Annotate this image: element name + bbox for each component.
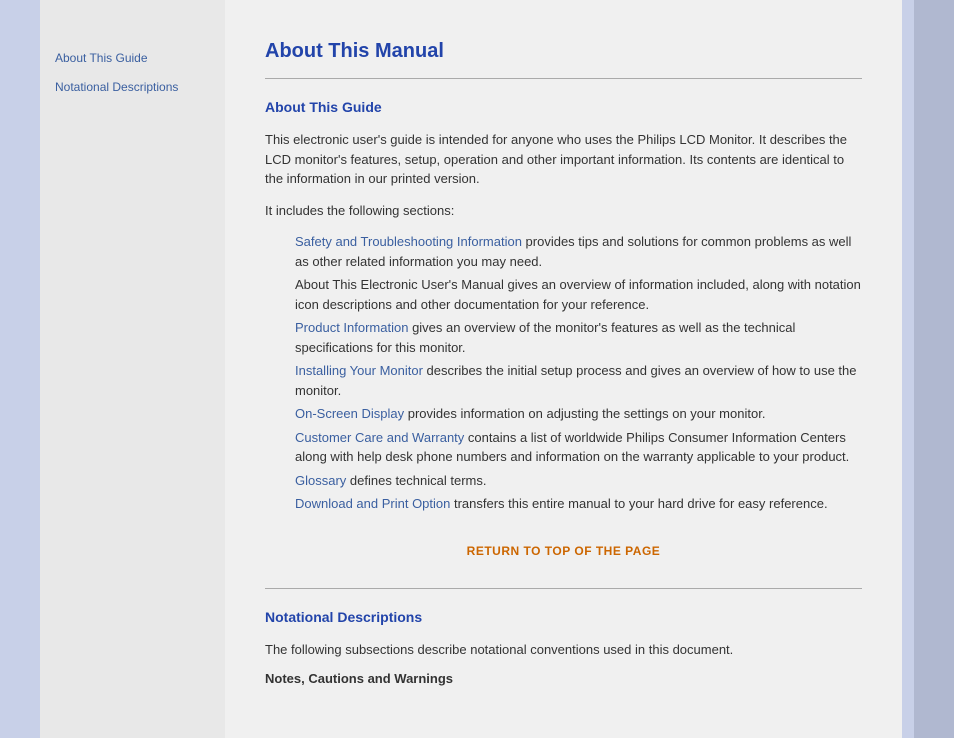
link-item-product: Product Information gives an overview of…	[295, 318, 862, 357]
download-link[interactable]: Download and Print Option	[295, 496, 450, 511]
safety-link[interactable]: Safety and Troubleshooting Information	[295, 234, 522, 249]
link-item-download: Download and Print Option transfers this…	[295, 494, 862, 514]
top-divider	[265, 78, 862, 79]
link-item-safety: Safety and Troubleshooting Information p…	[295, 232, 862, 271]
link-item-installing: Installing Your Monitor describes the in…	[295, 361, 862, 400]
about-guide-title: About This Guide	[265, 99, 862, 115]
product-info-link[interactable]: Product Information	[295, 320, 408, 335]
about-guide-paragraph1: This electronic user's guide is intended…	[265, 130, 862, 189]
links-section: Safety and Troubleshooting Information p…	[295, 232, 862, 514]
link-item-osd: On-Screen Display provides information o…	[295, 404, 862, 424]
link-item-glossary: Glossary defines technical terms.	[295, 471, 862, 491]
glossary-link[interactable]: Glossary	[295, 473, 346, 488]
link-item-electronic: About This Electronic User's Manual give…	[295, 275, 862, 314]
link-item-customer-care: Customer Care and Warranty contains a li…	[295, 428, 862, 467]
return-to-top: RETURN TO TOP OF THE PAGE	[265, 544, 862, 558]
notational-title: Notational Descriptions	[265, 609, 862, 625]
notes-cautions-label: Notes, Cautions and Warnings	[265, 671, 862, 686]
right-border-1	[902, 0, 914, 738]
return-to-top-link[interactable]: RETURN TO TOP OF THE PAGE	[467, 544, 661, 558]
about-guide-section: About This Guide This electronic user's …	[265, 99, 862, 514]
about-guide-paragraph2: It includes the following sections:	[265, 201, 862, 221]
customer-care-link[interactable]: Customer Care and Warranty	[295, 430, 464, 445]
sidebar-item-notational[interactable]: Notational Descriptions	[55, 79, 210, 96]
osd-link[interactable]: On-Screen Display	[295, 406, 404, 421]
bottom-divider	[265, 588, 862, 589]
right-border-2	[914, 0, 954, 738]
notational-paragraph1: The following subsections describe notat…	[265, 640, 862, 660]
notational-section: Notational Descriptions The following su…	[265, 609, 862, 687]
installing-link[interactable]: Installing Your Monitor	[295, 363, 423, 378]
sidebar: About This Guide Notational Descriptions	[40, 0, 225, 738]
main-content: About This Manual About This Guide This …	[225, 0, 902, 738]
page-title: About This Manual	[265, 40, 862, 63]
left-border	[0, 0, 40, 738]
sidebar-item-about-guide[interactable]: About This Guide	[55, 50, 210, 67]
